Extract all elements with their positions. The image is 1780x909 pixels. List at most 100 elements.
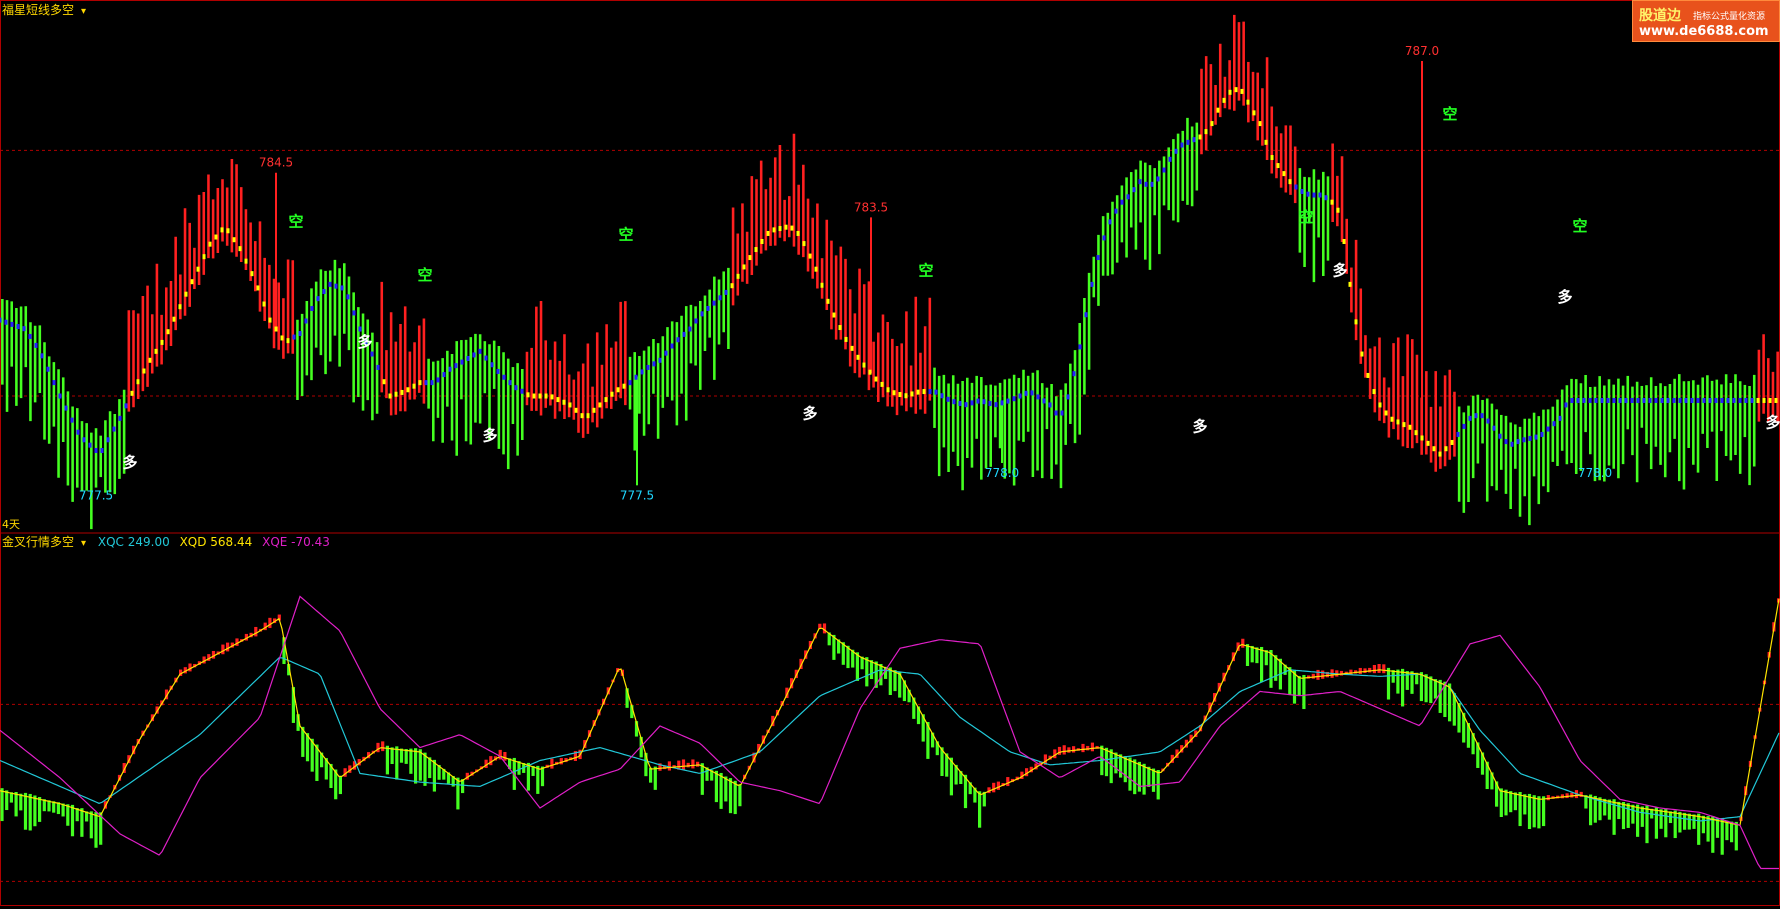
trend-dot — [1690, 397, 1694, 403]
trend-dot — [532, 393, 536, 399]
signal-long: 多 — [1557, 288, 1572, 306]
trend-dot — [514, 385, 518, 391]
trend-dot — [688, 326, 692, 332]
trend-dot — [646, 364, 650, 370]
chevron-down-icon[interactable]: ▾ — [81, 4, 86, 20]
trend-dot — [184, 291, 188, 297]
trend-dot — [1036, 394, 1040, 400]
trend-dot — [94, 448, 98, 454]
trend-dot — [1678, 397, 1682, 403]
trend-dot — [382, 379, 386, 385]
trend-dot — [784, 224, 788, 230]
signal-long: 多 — [802, 404, 817, 422]
trend-dot — [1090, 281, 1094, 287]
trend-dot — [940, 393, 944, 399]
trend-dot — [76, 429, 80, 435]
trend-dot — [1126, 194, 1130, 200]
trend-dot — [658, 357, 662, 363]
trend-dot — [1198, 134, 1202, 140]
site-logo[interactable]: 股道边 指标公式量化资源 www.de6688.com — [1632, 0, 1780, 42]
trend-dot — [202, 254, 206, 260]
trend-dot — [604, 397, 608, 403]
trend-dot — [1540, 431, 1544, 437]
trend-dot — [430, 380, 434, 386]
trend-dot — [370, 351, 374, 357]
trend-dot — [586, 413, 590, 419]
chart-canvas[interactable]: 784.5783.5787.0777.5 777.5778.0 778.0多多多多多… — [0, 0, 1780, 906]
top-panel-title[interactable]: 福星短线多空 — [2, 3, 74, 17]
signal-long: 多 — [1192, 418, 1207, 436]
trend-dot — [286, 338, 290, 344]
trend-dot — [34, 342, 38, 348]
trend-dot — [574, 407, 578, 413]
trend-dot — [1648, 397, 1652, 403]
chevron-down-icon[interactable]: ▾ — [81, 536, 86, 552]
trend-dot — [1420, 435, 1424, 441]
trend-dot — [610, 391, 614, 397]
trend-dot — [1024, 390, 1028, 396]
trend-dot — [1726, 397, 1730, 403]
trend-dot — [1552, 421, 1556, 427]
trend-dot — [640, 369, 644, 375]
trend-dot — [910, 391, 914, 397]
trend-dot — [1630, 397, 1634, 403]
price-label-high: 787.0 — [1405, 44, 1439, 58]
trend-dot — [1426, 440, 1430, 446]
trend-dot — [766, 230, 770, 236]
bottom-panel-title[interactable]: 金叉行情多空 — [2, 535, 74, 549]
trend-dot — [1210, 121, 1214, 127]
trend-dot — [550, 394, 554, 400]
trend-dot — [472, 352, 476, 358]
trend-dot — [280, 335, 284, 341]
trend-dot — [730, 283, 734, 289]
trend-dot — [70, 417, 74, 423]
trend-dot — [964, 402, 968, 408]
signal-short: 空 — [417, 266, 432, 284]
trend-dot — [292, 334, 296, 340]
trend-dot — [448, 366, 452, 372]
trend-dot — [1390, 416, 1394, 422]
trend-dot — [1204, 129, 1208, 135]
trend-dot — [880, 381, 884, 387]
trend-dot — [1672, 397, 1676, 403]
trend-dot — [1576, 397, 1580, 403]
trend-dot — [1606, 397, 1610, 403]
trend-dot — [1504, 439, 1508, 445]
trend-dot — [1414, 430, 1418, 436]
legend-xqd: XQD 568.44 — [179, 535, 253, 549]
trend-dot — [100, 448, 104, 454]
trend-dot — [1402, 422, 1406, 428]
trend-dot — [118, 415, 122, 421]
trend-dot — [1330, 199, 1334, 205]
chart-stage[interactable]: 784.5 783.5 787.0 777.5 777.5 778.0 778.0 多多多多多… — [0, 0, 1780, 906]
trend-dot — [862, 362, 866, 368]
trend-dot — [1342, 238, 1346, 244]
trend-dot — [904, 393, 908, 399]
trend-dot — [328, 281, 332, 287]
trend-dot — [1684, 397, 1688, 403]
trend-dot — [1732, 397, 1736, 403]
trend-dot — [982, 399, 986, 405]
trend-dot — [568, 402, 572, 408]
trend-dot — [418, 380, 422, 386]
trend-dot — [898, 392, 902, 398]
signal-long: 多 — [357, 333, 372, 351]
trend-dot — [1612, 397, 1616, 403]
trend-dot — [1174, 148, 1178, 154]
trend-dot — [250, 271, 254, 277]
trend-dot — [1396, 419, 1400, 425]
trend-dot — [628, 380, 632, 386]
trend-dot — [892, 390, 896, 396]
trend-dot — [166, 329, 170, 335]
trend-dot — [1276, 163, 1280, 169]
trend-dot — [1312, 192, 1316, 198]
trend-dot — [742, 264, 746, 270]
trend-dot — [0, 317, 2, 323]
trend-dot — [1588, 397, 1592, 403]
trend-dot — [520, 388, 524, 394]
trend-dot — [1132, 187, 1136, 193]
trend-dot — [676, 337, 680, 343]
trend-dot — [616, 387, 620, 393]
trend-dot — [1156, 176, 1160, 182]
trend-dot — [10, 321, 14, 327]
